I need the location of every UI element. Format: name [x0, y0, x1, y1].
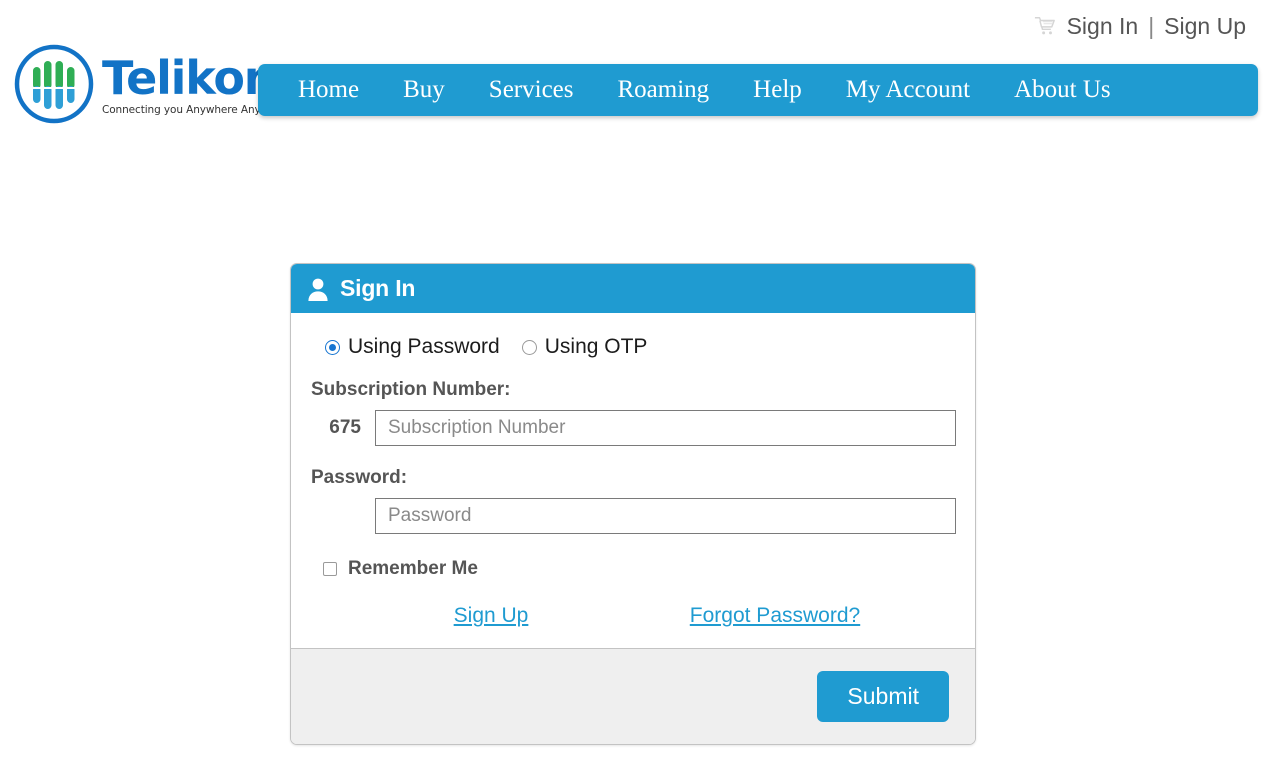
sign-in-card-body: Using Password Using OTP Subscription Nu… — [291, 313, 975, 648]
nav-item-help[interactable]: Help — [731, 64, 824, 116]
country-code-prefix: 675 — [329, 417, 361, 438]
nav-item-services[interactable]: Services — [467, 64, 596, 116]
subscription-number-label: Subscription Number: — [311, 379, 511, 400]
password-row — [309, 498, 957, 534]
top-sign-up-link[interactable]: Sign Up — [1164, 13, 1246, 40]
brand-logo[interactable]: Telikom Connecting you Anywhere Anytime — [12, 42, 292, 126]
radio-using-password-indicator[interactable] — [325, 339, 340, 355]
subscription-number-row: 675 — [309, 410, 957, 446]
top-sign-in-link[interactable]: Sign In — [1067, 13, 1139, 40]
telikom-logo-icon — [12, 42, 96, 126]
card-links-row: Sign Up Forgot Password? — [309, 604, 957, 628]
radio-using-otp[interactable]: Using OTP — [521, 335, 648, 359]
main-navigation: Home Buy Services Roaming Help My Accoun… — [258, 64, 1258, 116]
top-utility-links: Sign In | Sign Up — [1034, 13, 1246, 40]
sign-in-card-footer: Submit — [291, 648, 975, 744]
sign-up-link-cell: Sign Up — [349, 604, 633, 628]
card-forgot-password-link[interactable]: Forgot Password? — [690, 604, 860, 627]
nav-item-buy[interactable]: Buy — [381, 64, 467, 116]
subscription-number-input[interactable] — [375, 410, 956, 446]
radio-using-otp-label: Using OTP — [544, 335, 648, 358]
sign-in-card: Sign In Using Password Using OTP Subscri… — [290, 263, 976, 745]
top-link-divider: | — [1148, 12, 1155, 39]
sign-in-card-title: Sign In — [340, 275, 416, 301]
submit-button[interactable]: Submit — [817, 671, 949, 722]
password-input[interactable] — [375, 498, 956, 534]
sign-in-card-header: Sign In — [291, 264, 975, 313]
nav-item-about-us[interactable]: About Us — [992, 64, 1133, 116]
nav-item-my-account[interactable]: My Account — [824, 64, 992, 116]
nav-item-home[interactable]: Home — [276, 64, 381, 116]
nav-item-roaming[interactable]: Roaming — [596, 64, 732, 116]
shopping-cart-icon[interactable] — [1034, 15, 1056, 37]
remember-me-label: Remember Me — [348, 558, 478, 579]
remember-me-checkbox[interactable] — [323, 562, 337, 576]
person-icon — [305, 276, 331, 302]
card-sign-up-link[interactable]: Sign Up — [454, 604, 529, 627]
signin-method-group: Using Password Using OTP — [309, 335, 957, 359]
radio-using-otp-indicator[interactable] — [521, 339, 537, 355]
forgot-password-link-cell: Forgot Password? — [633, 604, 917, 628]
remember-me-row[interactable]: Remember Me — [309, 558, 957, 580]
password-label: Password: — [311, 467, 408, 488]
radio-using-password-label: Using Password — [348, 335, 500, 358]
radio-using-password[interactable]: Using Password — [325, 335, 500, 359]
